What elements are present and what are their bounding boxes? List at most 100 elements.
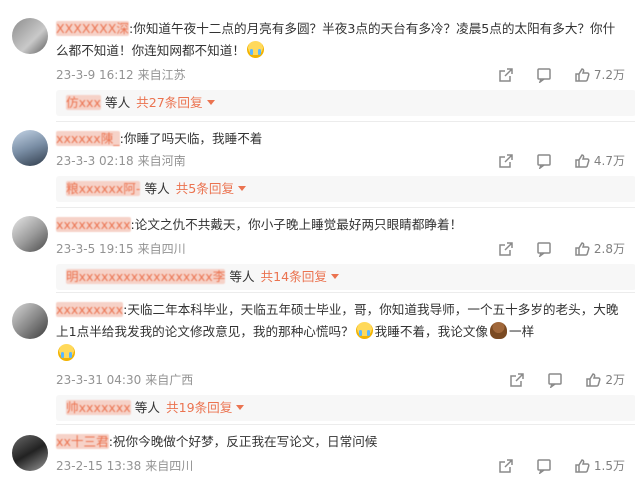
username[interactable]: XXXXXXX深 [56,21,129,36]
comment-text: xxxxxxxxx:天临二年本科毕业，天临五年硕士毕业，哥，你知道我导师，一个五… [56,299,626,365]
comment-location: 来自江苏 [137,68,186,82]
reply-username[interactable]: 粮xxxxxx阿- [66,181,141,196]
comment-button[interactable] [536,67,552,83]
comment-text: XXXXXXX深:你知道午夜十二点的月亮有多圆？半夜3点的天台有多冷？凌晨5点的… [56,21,616,58]
chevron-down-icon [206,100,215,105]
comment-button[interactable] [536,458,552,474]
crying-emoji-icon [58,344,75,361]
chevron-down-icon [238,186,247,191]
thumbs-up-icon [575,153,590,168]
share-button[interactable] [498,153,514,169]
thumbs-up-icon [575,458,590,473]
share-icon [499,153,513,168]
comment-actions: 7.2万 [476,66,625,83]
comment-meta: 23-3-9 16:12 来自江苏 [56,66,186,84]
comment-location: 来自河南 [137,154,186,168]
like-button[interactable]: 7.2万 [574,66,625,83]
share-icon [499,458,513,473]
reply-summary[interactable]: 仿xxx 等人 共27条回复 [56,90,635,116]
share-button[interactable] [498,241,514,257]
like-count: 2.8万 [593,242,625,256]
reply-suffix: 等人 [134,400,160,415]
share-icon [499,241,513,256]
avatar[interactable] [12,18,48,54]
comment-text: xx十三君:祝你今晚做个好梦，反正我在写论文，日常问候 [56,434,378,449]
reply-suffix: 等人 [104,95,131,110]
like-count: 2万 [605,373,625,387]
username[interactable]: xxxxxxxxx [56,302,124,317]
comment-button[interactable] [547,372,563,388]
view-replies-link[interactable]: 共27条回复 [136,95,215,110]
comment-location: 来自四川 [137,242,186,256]
thumbs-up-icon [575,67,590,82]
view-replies-link[interactable]: 共19条回复 [166,400,245,415]
avatar[interactable] [12,130,48,166]
comment-list: XXXXXXX深:你知道午夜十二点的月亮有多圆？半夜3点的天台有多冷？凌晨5点的… [0,0,635,502]
reply-username[interactable]: 明xxxxxxxxxxxxxxxxxx李 [66,269,226,284]
comment-actions: 1.5万 [476,457,625,474]
crying-emoji-icon [355,322,373,339]
share-button[interactable] [498,458,514,474]
reply-summary[interactable]: 明xxxxxxxxxxxxxxxxxx李 等人 共14条回复 [56,264,635,290]
comment-button[interactable] [536,241,552,257]
like-count: 4.7万 [593,154,625,168]
thumbs-up-icon [575,241,590,256]
avatar[interactable] [12,435,48,471]
comment-icon [537,241,551,257]
comment-date: 23-2-15 13:38 [56,459,142,473]
poop-emoji-icon [490,322,508,339]
comment-actions: 4.7万 [476,152,625,169]
reply-summary[interactable]: 粮xxxxxx阿- 等人 共5条回复 [56,176,635,202]
comment-text: xxxxxxxxxx:论文之仇不共戴天，你小子晚上睡觉最好两只眼睛都睁着！ [56,217,463,232]
comment-actions: 2.8万 [476,240,625,257]
like-count: 7.2万 [593,68,625,82]
share-icon [499,67,513,82]
comment-text: xxxxxx陳_:你睡了吗天临，我睡不着 [56,131,263,146]
crying-emoji-icon [246,41,264,58]
comment-location: 来自四川 [145,459,194,473]
chevron-down-icon [236,405,245,410]
reply-summary[interactable]: 帅xxxxxxx 等人 共19条回复 [56,395,635,421]
reply-suffix: 等人 [229,269,255,284]
like-button[interactable]: 2万 [585,371,625,388]
comment-meta: 23-3-5 19:15 来自四川 [56,240,186,258]
avatar[interactable] [12,303,48,339]
comment-icon [537,153,551,169]
username[interactable]: xx十三君 [56,434,109,449]
view-replies-link[interactable]: 共5条回复 [176,181,247,196]
comment-meta: 23-3-3 02:18 来自河南 [56,152,186,170]
comment-date: 23-3-5 19:15 [56,242,134,256]
share-icon [510,372,525,387]
comment-item: xxxxxx陳_:你睡了吗天临，我睡不着 23-3-3 02:18 来自河南 4.… [0,122,635,210]
like-button[interactable]: 1.5万 [574,457,625,474]
thumbs-up-icon [586,372,601,387]
comment-meta: 23-3-31 04:30 来自广西 [56,371,193,389]
comment-date: 23-3-3 02:18 [56,154,134,168]
comment-date: 23-3-9 16:12 [56,68,134,82]
avatar[interactable] [12,216,48,252]
reply-username[interactable]: 仿xxx [66,95,101,110]
chevron-down-icon [330,274,339,279]
comment-icon [537,458,551,474]
comment-meta: 23-2-15 13:38 来自四川 [56,457,193,475]
reply-username[interactable]: 帅xxxxxxx [66,400,131,415]
comment-button[interactable] [536,153,552,169]
share-button[interactable] [509,372,525,388]
comment-item: XXXXXXX深:你知道午夜十二点的月亮有多圆？半夜3点的天台有多冷？凌晨5点的… [0,0,635,118]
view-replies-link[interactable]: 共14条回复 [261,269,339,284]
like-button[interactable]: 2.8万 [574,240,625,257]
reply-suffix: 等人 [144,181,170,196]
comment-location: 来自广西 [145,373,194,387]
username[interactable]: xxxxxxxxxx [56,217,131,232]
comment-icon [548,372,563,388]
comment-actions: 2万 [487,371,625,388]
comment-item: xxxxxxxxx:天临二年本科毕业，天临五年硕士毕业，哥，你知道我导师，一个五… [0,293,635,423]
comment-date: 23-3-31 04:30 [56,373,142,387]
share-button[interactable] [498,67,514,83]
comment-item: xxxxxxxxxx:论文之仇不共戴天，你小子晚上睡觉最好两只眼睛都睁着！ 23… [0,208,635,294]
username[interactable]: xxxxxx陳_ [56,131,120,146]
comment-item: xx十三君:祝你今晚做个好梦，反正我在写论文，日常问候 23-2-15 13:3… [0,425,635,502]
comment-icon [537,67,551,83]
like-button[interactable]: 4.7万 [574,152,625,169]
like-count: 1.5万 [593,459,625,473]
